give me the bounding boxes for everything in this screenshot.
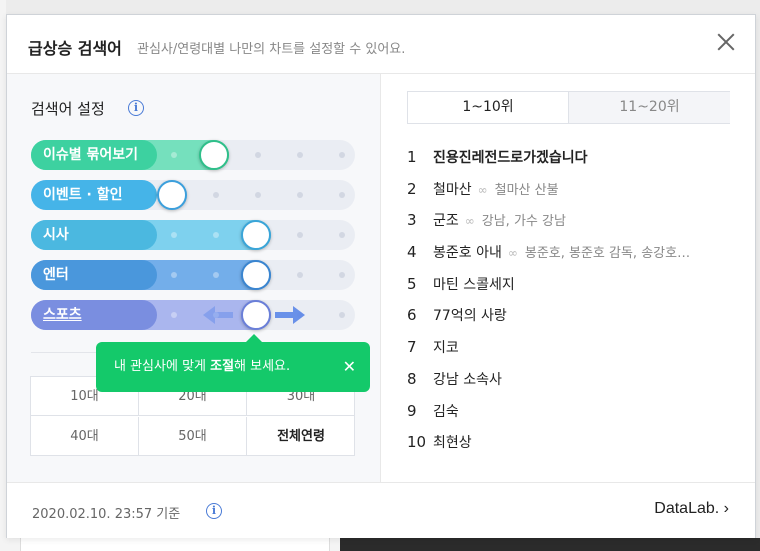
tooltip-text-before: 내 관심사에 맞게 [114, 359, 211, 374]
rank-keyword[interactable]: 진용진레전드로가겠습니다 [433, 150, 588, 166]
slider-knob[interactable] [157, 180, 187, 210]
rank-item[interactable]: 8 강남 소속사 [407, 369, 737, 401]
rank-list: 1 진용진레전드로가겠습니다 2 철마산 ∞ 철마산 산불 3 군조 ∞ 강남, 가수 강남 4 봉준… [407, 147, 737, 464]
slider-step-dot[interactable] [339, 312, 345, 318]
slider-step-dot[interactable] [297, 232, 303, 238]
slider-label: 이슈별 묶어보기 [31, 140, 157, 170]
adjust-tooltip: 내 관심사에 맞게 조절해 보세요. ✕ [96, 334, 370, 392]
slider-step-dot[interactable] [171, 312, 177, 318]
related-keywords[interactable]: 강남, 가수 강남 [482, 214, 566, 229]
slider-step-dot[interactable] [213, 232, 219, 238]
trending-search-modal: 급상승 검색어 관심사/연령대별 나만의 차트를 설정할 수 있어요. 검색어 … [6, 14, 756, 538]
slider-4[interactable]: 엔터 [31, 260, 355, 290]
age-option[interactable]: 50대 [139, 417, 247, 456]
slider-step-dot[interactable] [297, 152, 303, 158]
slider-label: 스포츠 [31, 300, 157, 330]
tab-rank-1-10[interactable]: 1~10위 [408, 92, 569, 123]
settings-title: 검색어 설정 i [31, 98, 144, 119]
rank-item[interactable]: 9 김숙 [407, 401, 737, 433]
slider-label: 이벤트 · 할인 [31, 180, 157, 210]
rank-item[interactable]: 1 진용진레전드로가겠습니다 [407, 147, 737, 179]
slider-3[interactable]: 시사 [31, 220, 355, 250]
link-icon: ∞ [477, 182, 488, 197]
info-icon[interactable]: i [128, 100, 144, 116]
rank-item[interactable]: 4 봉준호 아내 ∞ 봉준호, 봉준호 감독, 송강호… [407, 242, 737, 274]
rank-keyword[interactable]: 김숙 [433, 404, 459, 420]
slider-step-dot[interactable] [213, 192, 219, 198]
slider-2[interactable]: 이벤트 · 할인 [31, 180, 355, 210]
close-icon[interactable] [715, 31, 737, 53]
slider-step-dot[interactable] [339, 272, 345, 278]
modal-title: 급상승 검색어 [28, 39, 122, 58]
related-keywords[interactable]: 철마산 산불 [495, 183, 559, 198]
rank-keyword[interactable]: 철마산 [433, 182, 472, 198]
slider-knob[interactable] [199, 140, 229, 170]
rank-item[interactable]: 6 77억의 사랑 [407, 305, 737, 337]
rank-keyword[interactable]: 지코 [433, 340, 459, 356]
tooltip-close-icon[interactable]: ✕ [343, 342, 356, 392]
rank-keyword[interactable]: 마틴 스콜세지 [433, 277, 515, 293]
slider-1[interactable]: 이슈별 묶어보기 [31, 140, 355, 170]
rank-tabs: 1~10위 11~20위 [407, 91, 730, 124]
slider-step-dot[interactable] [297, 192, 303, 198]
slider-step-dot[interactable] [297, 272, 303, 278]
rank-number: 2 [407, 179, 417, 198]
modal-header: 급상승 검색어 관심사/연령대별 나만의 차트를 설정할 수 있어요. [7, 15, 755, 74]
link-icon: ∞ [507, 246, 518, 261]
rank-keyword[interactable]: 군조 [433, 213, 459, 229]
tooltip-text-bold: 조절 [210, 359, 235, 374]
rank-number: 8 [407, 369, 417, 388]
slider-step-dot[interactable] [171, 232, 177, 238]
slider-step-dot[interactable] [339, 152, 345, 158]
rank-item[interactable]: 3 군조 ∞ 강남, 가수 강남 [407, 210, 737, 242]
rank-number: 9 [407, 401, 417, 420]
rank-keyword[interactable]: 봉준호 아내 [433, 245, 502, 261]
slider-5[interactable]: 스포츠 [31, 300, 355, 330]
rank-number: 7 [407, 338, 417, 357]
modal-subtitle: 관심사/연령대별 나만의 차트를 설정할 수 있어요. [137, 42, 406, 57]
ranking-panel: 1~10위 11~20위 1 진용진레전드로가겠습니다 2 철마산 ∞ 철마산 산불 3 군조… [381, 74, 755, 482]
rank-keyword[interactable]: 77억의 사랑 [433, 308, 507, 324]
arrow-left-icon [203, 306, 233, 324]
rank-number: 3 [407, 211, 417, 230]
rank-number: 1 [407, 148, 417, 166]
slider-label: 시사 [31, 220, 157, 250]
rank-item[interactable]: 2 철마산 ∞ 철마산 산불 [407, 179, 737, 211]
link-icon: ∞ [464, 214, 475, 229]
slider-step-dot[interactable] [255, 152, 261, 158]
rank-keyword[interactable]: 최현상 [433, 435, 472, 451]
background-page-bottom [0, 538, 760, 551]
slider-step-dot[interactable] [213, 272, 219, 278]
tooltip-text-after: 해 보세요. [234, 359, 291, 374]
settings-title-label: 검색어 설정 [31, 100, 105, 118]
slider-label: 엔터 [31, 260, 157, 290]
rank-item[interactable]: 10 최현상 [407, 432, 737, 464]
slider-step-dot[interactable] [339, 232, 345, 238]
rank-number: 10 [407, 433, 427, 452]
slider-knob[interactable] [241, 260, 271, 290]
rank-keyword[interactable]: 강남 소속사 [433, 372, 502, 388]
settings-panel: 검색어 설정 i 이슈별 묶어보기 이벤트 · 할인 시사 엔터 스포츠 10대 20대 3… [7, 74, 381, 482]
timestamp: 2020.02.10. 23:57 기준 [32, 507, 181, 522]
datalab-link[interactable]: DataLab. › [654, 500, 729, 518]
slider-knob[interactable] [241, 220, 271, 250]
rank-number: 6 [407, 306, 417, 325]
slider-step-dot[interactable] [339, 192, 345, 198]
rank-item[interactable]: 7 지코 [407, 337, 737, 369]
slider-knob[interactable] [241, 300, 271, 330]
arrow-right-icon [275, 306, 305, 324]
rank-item[interactable]: 5 마틴 스콜세지 [407, 274, 737, 306]
slider-step-dot[interactable] [171, 152, 177, 158]
slider-step-dot[interactable] [255, 192, 261, 198]
modal-footer: 2020.02.10. 23:57 기준 i DataLab. › [7, 482, 755, 538]
rank-number: 4 [407, 243, 417, 262]
age-option[interactable]: 전체연령 [247, 417, 355, 456]
timestamp-info-icon[interactable]: i [206, 503, 222, 519]
rank-number: 5 [407, 274, 417, 293]
age-option[interactable]: 40대 [31, 417, 139, 456]
related-keywords[interactable]: 봉준호, 봉준호 감독, 송강호… [525, 246, 690, 261]
tab-rank-11-20[interactable]: 11~20위 [569, 92, 730, 123]
slider-step-dot[interactable] [171, 272, 177, 278]
